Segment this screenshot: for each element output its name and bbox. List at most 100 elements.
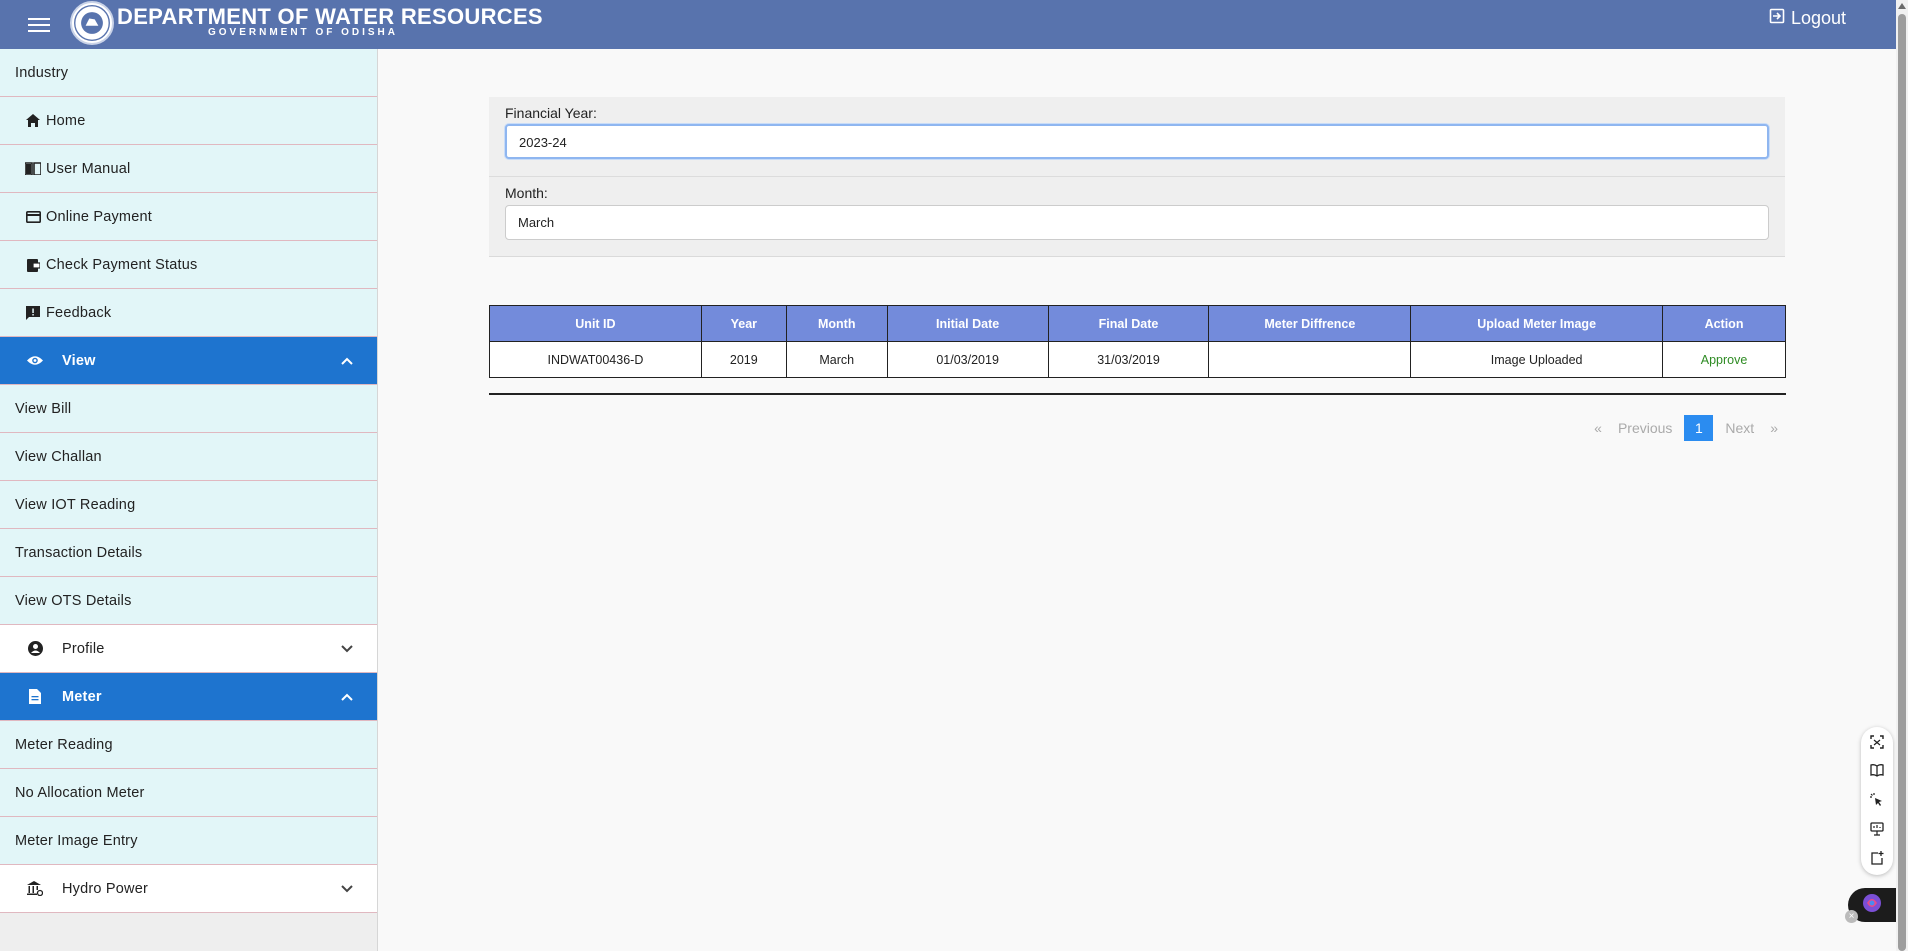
- sidebar-item-online-payment[interactable]: Online Payment: [0, 193, 377, 241]
- financial-year-select[interactable]: 2023-24: [505, 124, 1769, 159]
- month-label: Month:: [505, 185, 548, 201]
- filter-panel: Financial Year: 2023-24 Month: March: [489, 97, 1785, 257]
- sidebar-item-label: Feedback: [46, 304, 112, 321]
- sidebar-item-home[interactable]: Home: [0, 97, 377, 145]
- document-icon: [24, 689, 46, 704]
- government-subtitle: GOVERNMENT OF ODISHA: [208, 27, 399, 38]
- credit-card-icon: [24, 209, 42, 225]
- cell-unit-id: INDWAT00436-D: [489, 341, 702, 378]
- sidebar-item-user-manual[interactable]: User Manual: [0, 145, 377, 193]
- sidebar-item-label: Meter Reading: [15, 736, 113, 753]
- bank-icon: [24, 881, 46, 896]
- cursor-click-icon[interactable]: [1861, 785, 1893, 814]
- pagination-last[interactable]: »: [1762, 420, 1786, 436]
- book-icon: [24, 161, 42, 177]
- hamburger-menu-icon[interactable]: [28, 14, 50, 34]
- pagination-previous[interactable]: Previous: [1610, 420, 1680, 436]
- table-bottom-border: [489, 393, 1786, 395]
- sidebar-section-label: Industry: [15, 64, 69, 81]
- cell-upload-meter-image: Image Uploaded: [1410, 341, 1664, 378]
- sidebar-group-label: Meter: [62, 688, 102, 705]
- sidebar-item-meter-image-entry[interactable]: Meter Image Entry: [0, 817, 377, 865]
- sidebar-item-view-ots-details[interactable]: View OTS Details: [0, 577, 377, 625]
- sidebar-item-check-payment-status[interactable]: Check Payment Status: [0, 241, 377, 289]
- scrollbar-thumb[interactable]: [1898, 14, 1906, 951]
- sidebar-item-label: View Bill: [15, 400, 72, 417]
- sidebar-item-label: View Challan: [15, 448, 102, 465]
- sidebar-item-transaction-details[interactable]: Transaction Details: [0, 529, 377, 577]
- cell-month: March: [785, 341, 888, 378]
- sidebar-item-label: User Manual: [46, 160, 131, 177]
- account-circle-icon: [24, 641, 46, 656]
- month-select[interactable]: March: [505, 205, 1769, 240]
- sidebar-item-label: Check Payment Status: [46, 256, 198, 273]
- column-header-initial-date[interactable]: Initial Date: [886, 305, 1049, 342]
- table-header-row: Unit ID Year Month Initial Date Final Da…: [489, 305, 1786, 342]
- pagination-next[interactable]: Next: [1717, 420, 1762, 436]
- sidebar-item-view-iot-reading[interactable]: View IOT Reading: [0, 481, 377, 529]
- sidebar-group-profile[interactable]: Profile: [0, 625, 377, 673]
- pagination-first[interactable]: «: [1586, 420, 1610, 436]
- sidebar-item-label: Home: [46, 112, 86, 129]
- sidebar-item-feedback[interactable]: Feedback: [0, 289, 377, 337]
- chevron-up-icon: [341, 690, 355, 704]
- approve-link[interactable]: Approve: [1662, 341, 1786, 378]
- floating-tool-panel: [1861, 727, 1893, 875]
- home-icon: [24, 113, 42, 129]
- chevron-down-icon: [341, 642, 355, 656]
- page-scrollbar[interactable]: [1896, 0, 1908, 951]
- column-header-year[interactable]: Year: [700, 305, 787, 342]
- close-orb-icon[interactable]: ×: [1845, 910, 1858, 923]
- table-row: INDWAT00436-D 2019 March 01/03/2019 31/0…: [489, 341, 1786, 378]
- add-note-icon[interactable]: [1861, 843, 1893, 872]
- assistant-orb-icon: [1861, 892, 1883, 919]
- column-header-final-date[interactable]: Final Date: [1047, 305, 1210, 342]
- pagination: « Previous 1 Next »: [1586, 415, 1786, 441]
- sidebar-group-meter[interactable]: Meter: [0, 673, 377, 721]
- pagination-current-page[interactable]: 1: [1684, 415, 1714, 441]
- wallet-icon: [24, 257, 42, 273]
- cell-year: 2019: [700, 341, 787, 378]
- scroll-up-arrow-icon[interactable]: [1898, 3, 1906, 9]
- meter-image-table: Unit ID Year Month Initial Date Final Da…: [489, 305, 1786, 378]
- logout-icon: [1769, 8, 1785, 29]
- sidebar-item-label: No Allocation Meter: [15, 784, 145, 801]
- chevron-down-icon: [341, 882, 355, 896]
- column-header-action[interactable]: Action: [1662, 305, 1786, 342]
- logout-button[interactable]: Logout: [1769, 8, 1846, 29]
- financial-year-label: Financial Year:: [505, 105, 597, 121]
- sidebar-section-industry: Industry: [0, 49, 377, 97]
- read-book-icon[interactable]: [1861, 756, 1893, 785]
- sidebar-item-label: View OTS Details: [15, 592, 132, 609]
- eye-icon: [24, 355, 46, 366]
- chevron-up-icon: [341, 354, 355, 368]
- sidebar-item-no-allocation-meter[interactable]: No Allocation Meter: [0, 769, 377, 817]
- filter-divider: [489, 176, 1785, 177]
- cell-final-date: 31/03/2019: [1047, 341, 1210, 378]
- sidebar-item-label: Online Payment: [46, 208, 152, 225]
- sidebar-item-meter-reading[interactable]: Meter Reading: [0, 721, 377, 769]
- sidebar-item-label: View IOT Reading: [15, 496, 136, 513]
- screenshot-translate-icon[interactable]: [1861, 727, 1893, 756]
- column-header-month[interactable]: Month: [785, 305, 888, 342]
- column-header-upload-meter-image[interactable]: Upload Meter Image: [1410, 305, 1664, 342]
- sidebar-group-view[interactable]: View: [0, 337, 377, 385]
- sidebar-group-hydro-power[interactable]: Hydro Power: [0, 865, 377, 913]
- cell-initial-date: 01/03/2019: [886, 341, 1049, 378]
- sidebar-group-label: Profile: [62, 640, 105, 657]
- presentation-icon[interactable]: [1861, 814, 1893, 843]
- sidebar-item-view-challan[interactable]: View Challan: [0, 433, 377, 481]
- column-header-unit-id[interactable]: Unit ID: [489, 305, 702, 342]
- logout-label: Logout: [1790, 8, 1846, 28]
- top-header: DEPARTMENT OF WATER RESOURCES GOVERNMENT…: [0, 0, 1896, 49]
- sidebar: Industry Home User Manual Online Payment…: [0, 49, 378, 951]
- column-header-meter-difference[interactable]: Meter Diffrence: [1208, 305, 1412, 342]
- sidebar-item-view-bill[interactable]: View Bill: [0, 385, 377, 433]
- sidebar-item-label: Meter Image Entry: [15, 832, 138, 849]
- odisha-emblem-logo: [70, 1, 114, 45]
- cell-meter-difference: [1208, 341, 1412, 378]
- sidebar-item-label: Transaction Details: [15, 544, 143, 561]
- sidebar-group-label: View: [62, 352, 96, 369]
- sidebar-group-label: Hydro Power: [62, 880, 149, 897]
- feedback-icon: [24, 305, 42, 321]
